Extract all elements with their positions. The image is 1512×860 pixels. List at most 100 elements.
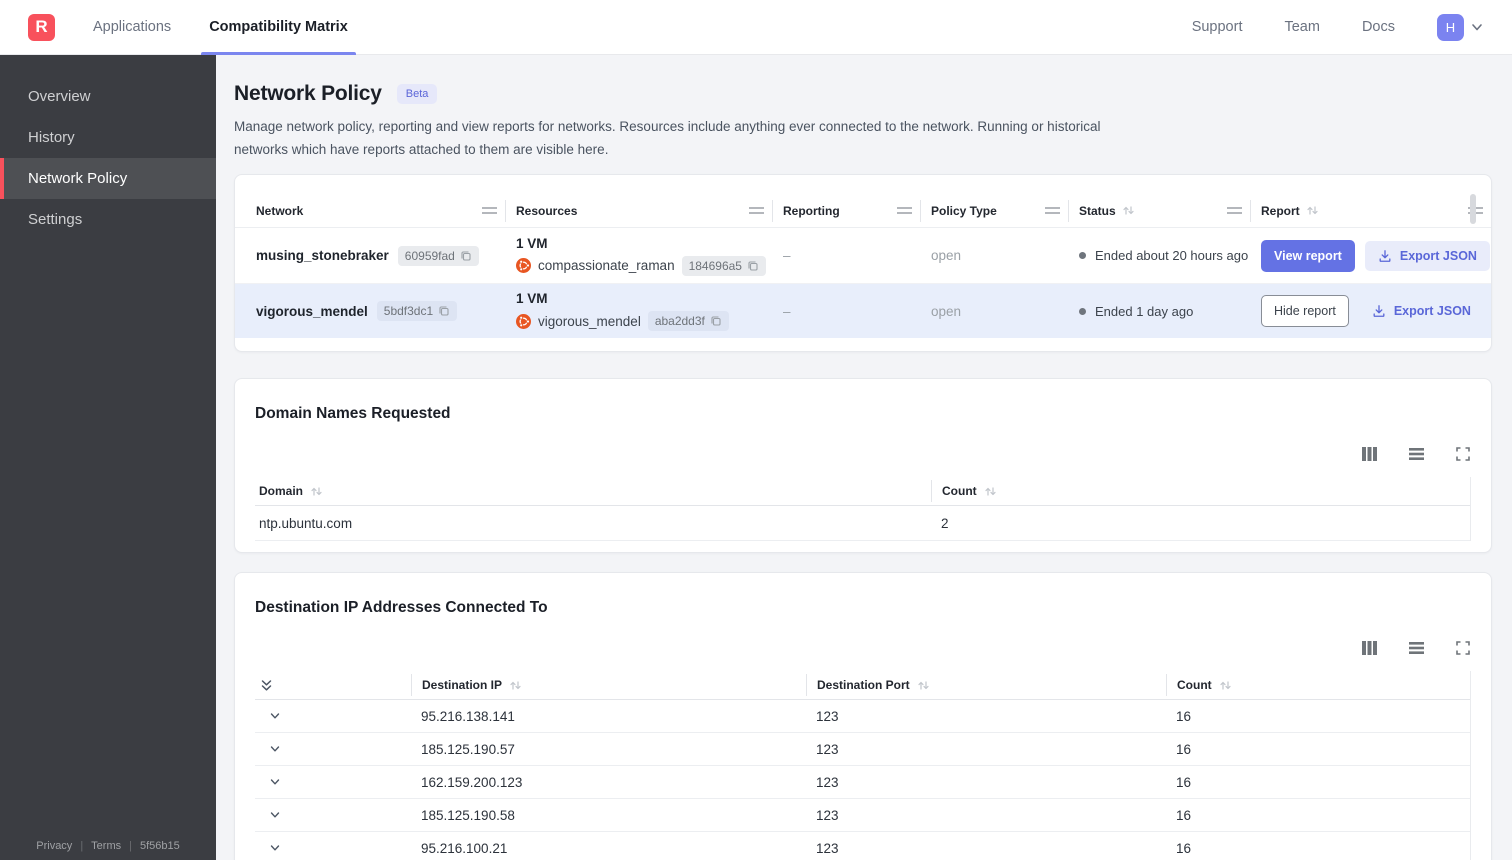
column-resize-handle[interactable] — [749, 207, 764, 214]
network-row-vigorous-mendel[interactable]: vigorous_mendel 5bdf3dc1 1 VM vigorous_m… — [235, 284, 1491, 338]
copy-icon[interactable] — [710, 315, 722, 327]
privacy-link[interactable]: Privacy — [36, 840, 72, 852]
row-density-icon[interactable] — [1408, 446, 1425, 462]
download-icon — [1373, 305, 1385, 317]
nav-link-team[interactable]: Team — [1284, 19, 1319, 35]
nav-tab-applications[interactable]: Applications — [93, 0, 171, 55]
row-expand-chevron-icon[interactable] — [255, 841, 411, 855]
column-header-report[interactable]: Report — [1251, 200, 1491, 222]
column-resize-handle[interactable] — [1045, 207, 1060, 214]
sidebar-item-overview[interactable]: Overview — [0, 76, 216, 117]
row-expand-chevron-icon[interactable] — [255, 742, 411, 756]
column-header-destination-ip[interactable]: Destination IP — [411, 674, 806, 696]
destination-ip-value: 185.125.190.58 — [421, 807, 515, 823]
domain-row[interactable]: ntp.ubuntu.com 2 — [255, 506, 1470, 541]
column-header-network[interactable]: Network — [235, 199, 506, 222]
column-resize-handle[interactable] — [1227, 207, 1242, 214]
hide-report-button[interactable]: Hide report — [1261, 295, 1349, 327]
user-avatar[interactable]: H — [1437, 13, 1464, 41]
row-density-icon[interactable] — [1408, 640, 1425, 656]
nav-tab-compatibility-matrix[interactable]: Compatibility Matrix — [201, 0, 356, 55]
count-value: 16 — [1176, 708, 1192, 724]
column-header-count[interactable]: Count — [931, 480, 1470, 502]
policy-type-value: open — [931, 303, 962, 319]
view-report-button[interactable]: View report — [1261, 239, 1355, 272]
networks-table-header: Network Resources Reporting Policy Type … — [235, 194, 1491, 228]
destination-row[interactable]: 185.125.190.58 123 16 — [255, 799, 1470, 832]
fullscreen-icon[interactable] — [1455, 640, 1471, 656]
destination-row[interactable]: 162.159.200.123 123 16 — [255, 766, 1470, 799]
column-resize-handle[interactable] — [482, 207, 497, 214]
terms-link[interactable]: Terms — [91, 840, 121, 852]
avatar-letter: H — [1445, 19, 1456, 35]
column-header-domain[interactable]: Domain — [255, 480, 931, 502]
sort-icon[interactable] — [1306, 204, 1319, 217]
copy-icon[interactable] — [438, 305, 450, 317]
column-label: Resources — [516, 203, 578, 218]
beta-badge: Beta — [396, 84, 438, 104]
network-id: 5bdf3dc1 — [383, 304, 434, 318]
domains-table: Domain Count ntp.ubuntu.com 2 — [255, 477, 1471, 541]
destination-row[interactable]: 185.125.190.57 123 16 — [255, 733, 1470, 766]
column-header-resources[interactable]: Resources — [506, 199, 773, 222]
sidebar-item-label: Network Policy — [28, 170, 128, 187]
status-dot — [1079, 307, 1086, 315]
column-header-count[interactable]: Count — [1166, 674, 1470, 696]
column-header-policy-type[interactable]: Policy Type — [921, 199, 1069, 222]
column-label: Status — [1079, 203, 1116, 218]
nav-link-docs[interactable]: Docs — [1362, 19, 1395, 35]
sort-icon[interactable] — [917, 679, 930, 692]
sort-icon[interactable] — [1219, 679, 1232, 692]
network-row-musing-stonebraker[interactable]: musing_stonebraker 60959fad 1 VM compass… — [235, 228, 1491, 284]
row-expand-chevron-icon[interactable] — [255, 808, 411, 822]
nav-link-support[interactable]: Support — [1192, 19, 1243, 35]
sidebar-item-history[interactable]: History — [0, 117, 216, 158]
destination-row[interactable]: 95.216.138.141 123 16 — [255, 700, 1470, 733]
column-label: Policy Type — [931, 203, 997, 218]
sort-icon[interactable] — [1122, 204, 1135, 217]
column-label: Count — [1177, 678, 1212, 692]
destination-ips-card: Destination IP Addresses Connected To De… — [234, 572, 1492, 860]
fullscreen-icon[interactable] — [1455, 446, 1471, 462]
vm-count: 1 VM — [516, 235, 548, 251]
column-label: Domain — [259, 484, 304, 498]
sidebar-item-label: Overview — [28, 88, 91, 105]
copy-icon[interactable] — [747, 260, 759, 272]
column-header-reporting[interactable]: Reporting — [773, 199, 921, 222]
row-expand-chevron-icon[interactable] — [255, 709, 411, 723]
column-header-status[interactable]: Status — [1069, 199, 1251, 222]
export-json-label: Export JSON — [1393, 304, 1471, 318]
status-text: Ended 1 day ago — [1095, 303, 1194, 319]
columns-icon[interactable] — [1361, 446, 1378, 462]
copy-icon[interactable] — [460, 250, 472, 262]
export-json-button[interactable]: Export JSON — [1359, 296, 1484, 326]
domain-names-card: Domain Names Requested Domain Count ntp.… — [234, 378, 1492, 553]
column-resize-handle[interactable] — [897, 207, 912, 214]
export-json-button[interactable]: Export JSON — [1364, 240, 1490, 271]
column-label: Network — [256, 203, 304, 218]
logo-letter: R — [35, 17, 48, 36]
columns-icon[interactable] — [1361, 640, 1378, 656]
sort-icon[interactable] — [984, 485, 997, 498]
destination-port-value: 123 — [816, 774, 839, 790]
status-text: Ended about 20 hours ago — [1095, 248, 1249, 263]
column-label: Report — [1261, 203, 1300, 218]
expand-all-rows-icon[interactable] — [255, 674, 411, 696]
network-name: vigorous_mendel — [256, 303, 368, 319]
count-value: 16 — [1176, 774, 1192, 790]
card-title: Domain Names Requested — [255, 405, 451, 422]
destination-port-value: 123 — [816, 807, 839, 823]
column-header-destination-port[interactable]: Destination Port — [806, 674, 1166, 696]
app-logo[interactable]: R — [28, 13, 55, 41]
sidebar-item-network-policy[interactable]: Network Policy — [0, 158, 216, 199]
destination-row[interactable]: 95.216.100.21 123 16 — [255, 832, 1470, 860]
user-menu-chevron-down-icon[interactable] — [1470, 20, 1484, 34]
sort-icon[interactable] — [509, 679, 522, 692]
row-expand-chevron-icon[interactable] — [255, 775, 411, 789]
ubuntu-icon — [516, 258, 531, 273]
footer-divider: | — [129, 840, 132, 852]
page-description: Manage network policy, reporting and vie… — [234, 119, 1101, 157]
sidebar-item-settings[interactable]: Settings — [0, 199, 216, 240]
sort-icon[interactable] — [310, 485, 323, 498]
table-scrollbar[interactable] — [1470, 194, 1476, 224]
